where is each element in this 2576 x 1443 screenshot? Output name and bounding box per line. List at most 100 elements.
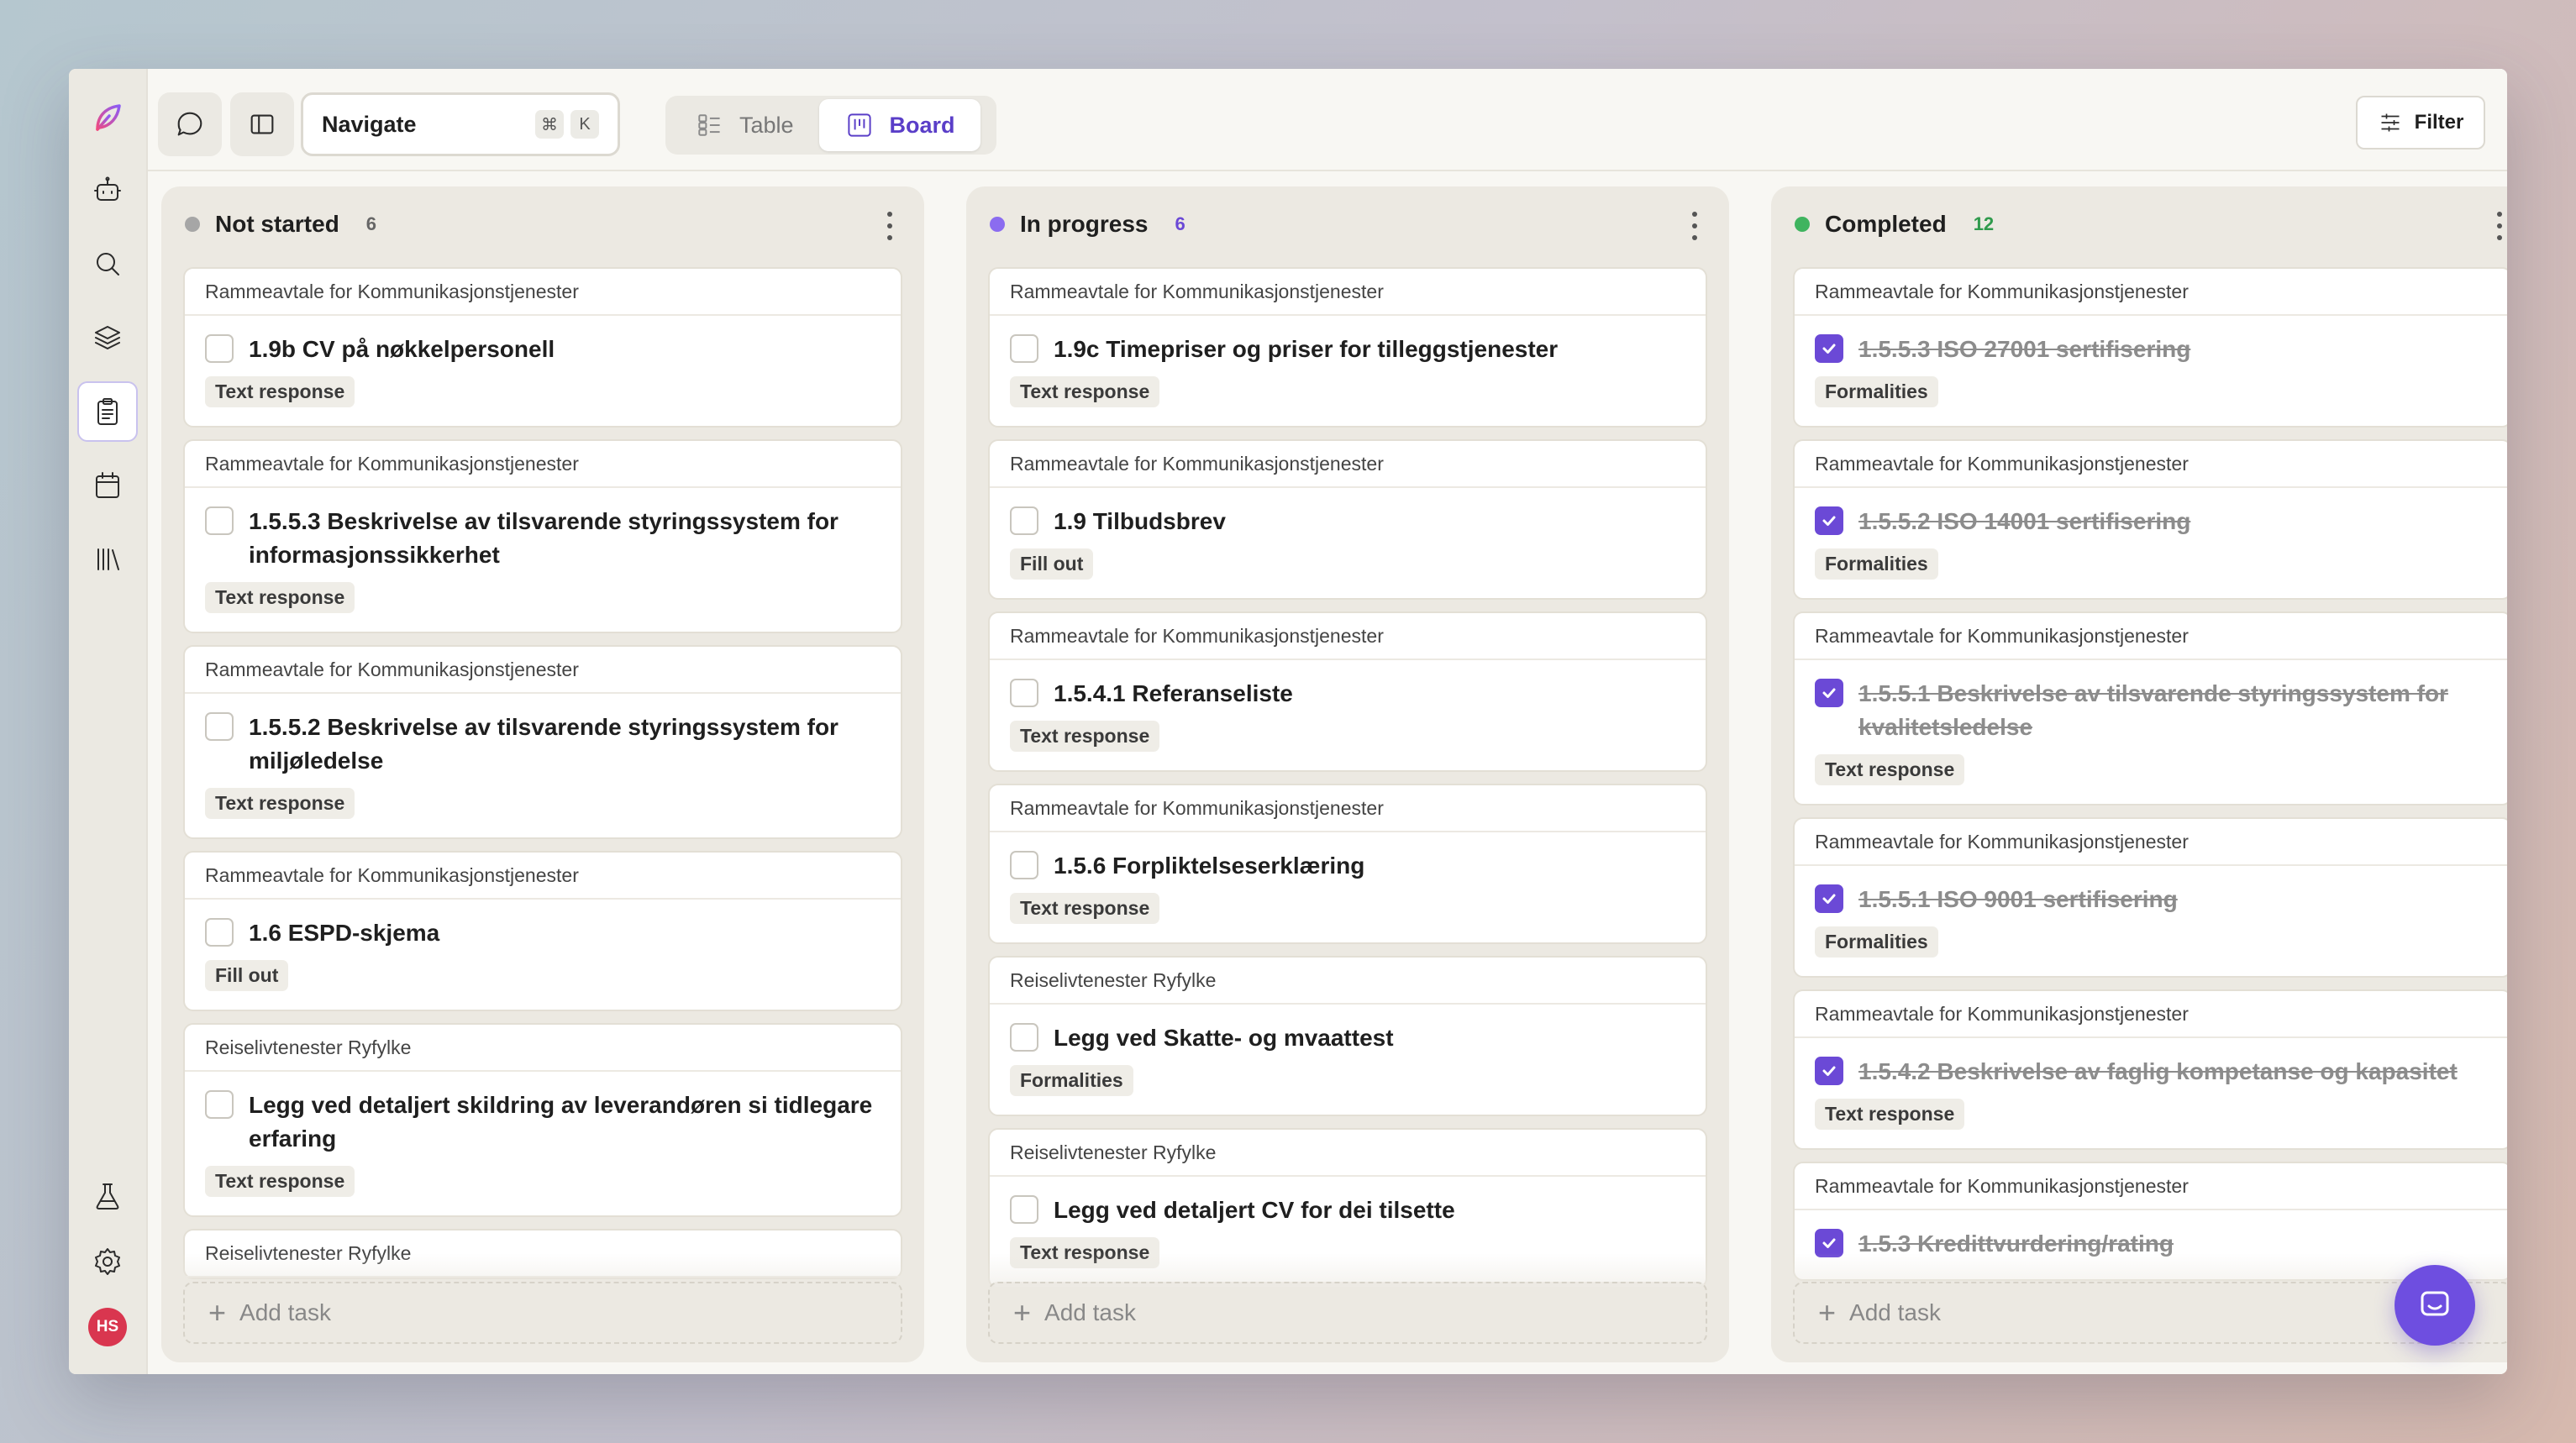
task-row: 1.5.4.2 Beskrivelse av faglig kompetanse… [1815,1055,2490,1089]
plus-icon: + [1013,1295,1032,1330]
task-row: 1.5.5.3 ISO 27001 sertifisering [1815,333,2490,366]
app-logo-icon[interactable] [77,87,138,148]
filter-button[interactable]: Filter [2356,96,2485,150]
task-checkbox[interactable] [1010,1023,1038,1052]
task-row: 1.5.4.1 Referanseliste [1010,677,1685,711]
task-card[interactable]: Rammeavtale for Kommunikasjonstjenester 1… [1793,817,2507,978]
column-menu-icon[interactable] [2495,212,2504,240]
task-card[interactable]: Rammeavtale for Kommunikasjonstjenester 1… [1793,439,2507,600]
checkmark-icon [1822,688,1836,698]
gear-icon[interactable] [77,1231,138,1292]
task-title[interactable]: Legg ved detaljert skildring av leverand… [249,1089,881,1156]
sidebar: HS [69,69,146,1374]
navigate-label: Navigate [322,111,417,137]
task-title[interactable]: 1.5.5.2 Beskrivelse av tilsvarende styri… [249,711,881,778]
task-card[interactable]: Rammeavtale for Kommunikasjonstjenester 1… [1793,267,2507,428]
column-title: Not started [215,211,339,237]
card-body: 1.9b CV på nøkkelpersonell Text response [185,316,901,426]
add-task-label: Add task [1849,1299,1941,1325]
card-body: 1.5.5.1 Beskrivelse av tilsvarende styri… [1795,660,2507,804]
task-row: 1.5.5.2 ISO 14001 sertifisering [1815,505,2490,538]
task-card[interactable]: Rammeavtale for Kommunikasjonstjenester 1… [183,439,902,633]
search-icon[interactable] [77,234,138,294]
toggle-sidebar-button[interactable] [230,92,294,156]
task-checkbox[interactable] [1010,679,1038,707]
task-card[interactable]: Rammeavtale for Kommunikasjonstjenester 1… [988,784,1707,944]
user-avatar-button[interactable]: HS [77,1297,138,1357]
task-type-tag: Text response [1010,893,1160,924]
flask-icon[interactable] [77,1166,138,1226]
task-checkbox[interactable] [1010,334,1038,363]
task-card[interactable]: Reiselivtenester Ryfylke Legg ved Skatte-… [988,956,1707,1116]
column-menu-icon[interactable] [886,212,894,240]
clipboard-icon[interactable] [77,381,138,442]
task-row: 1.5.5.1 Beskrivelse av tilsvarende styri… [1815,677,2490,744]
task-type-tag: Fill out [1010,548,1094,580]
task-title[interactable]: 1.6 ESPD-skjema [249,916,439,950]
tab-board[interactable]: Board [818,99,980,151]
task-checkbox[interactable] [1815,884,1843,913]
library-icon[interactable] [77,529,138,590]
task-row: Legg ved detaljert skildring av leverand… [205,1089,881,1156]
task-title[interactable]: 1.5.4.2 Beskrivelse av faglig kompetanse… [1858,1055,2458,1089]
task-type-tag: Text response [205,582,355,613]
task-title[interactable]: 1.9b CV på nøkkelpersonell [249,333,555,366]
task-checkbox[interactable] [1815,506,1843,535]
task-checkbox[interactable] [1010,1195,1038,1224]
card-project-name: Rammeavtale for Kommunikasjonstjenester [1795,269,2507,316]
task-title[interactable]: 1.5.5.3 Beskrivelse av tilsvarende styri… [249,505,881,572]
task-card[interactable]: Reiselivtenester Ryfylke Legg ved detalje… [183,1023,902,1217]
add-task-button[interactable]: + Add task [183,1282,902,1344]
navigate-button[interactable]: Navigate ⌘ K [301,92,620,156]
add-task-button[interactable]: + Add task [988,1282,1707,1344]
layers-icon[interactable] [77,307,138,368]
avatar: HS [88,1308,127,1346]
task-checkbox[interactable] [205,712,234,741]
task-card[interactable]: Rammeavtale for Kommunikasjonstjenester 1… [183,645,902,839]
robot-icon[interactable] [77,160,138,220]
task-title[interactable]: 1.5.5.1 Beskrivelse av tilsvarende styri… [1858,677,2490,744]
task-type-tag: Formalities [1815,376,1938,407]
task-card[interactable]: Rammeavtale for Kommunikasjonstjenester 1… [988,439,1707,600]
task-title[interactable]: Legg ved detaljert CV for dei tilsette [1054,1194,1455,1227]
task-title[interactable]: 1.5.5.3 ISO 27001 sertifisering [1858,333,2190,366]
task-card[interactable]: Rammeavtale for Kommunikasjonstjenester 1… [1793,989,2507,1150]
task-checkbox[interactable] [1010,506,1038,535]
chat-button[interactable] [158,92,222,156]
task-card[interactable]: Rammeavtale for Kommunikasjonstjenester 1… [1793,611,2507,805]
task-title[interactable]: 1.5.5.1 ISO 9001 sertifisering [1858,883,2178,916]
task-row: Legg ved detaljert CV for dei tilsette [1010,1194,1685,1227]
task-checkbox[interactable] [1010,851,1038,879]
task-checkbox[interactable] [205,1090,234,1119]
card-body: 1.5.6 Forpliktelseserklæring Text respons… [990,832,1706,942]
task-checkbox[interactable] [205,918,234,947]
task-card[interactable]: Rammeavtale for Kommunikasjonstjenester 1… [988,611,1707,772]
add-task-label: Add task [239,1299,331,1325]
task-card[interactable]: Rammeavtale for Kommunikasjonstjenester 1… [988,267,1707,428]
task-type-tag: Text response [205,788,355,819]
task-checkbox[interactable] [205,506,234,535]
tab-table[interactable]: Table [669,99,819,151]
task-row: Legg ved Skatte- og mvaattest [1010,1021,1685,1055]
task-checkbox[interactable] [1815,679,1843,707]
table-icon [698,114,720,136]
task-title[interactable]: Legg ved Skatte- og mvaattest [1054,1021,1394,1055]
checkmark-icon [1822,516,1836,526]
task-title[interactable]: 1.5.6 Forpliktelseserklæring [1054,849,1364,883]
column-menu-icon[interactable] [1690,212,1699,240]
card-project-name: Rammeavtale for Kommunikasjonstjenester [1795,991,2507,1038]
column-count-badge: 12 [1973,213,1995,234]
support-chat-button[interactable] [2395,1265,2475,1346]
task-title[interactable]: 1.5.4.1 Referanseliste [1054,677,1293,711]
task-title[interactable]: 1.9 Tilbudsbrev [1054,505,1226,538]
calendar-icon[interactable] [77,455,138,516]
task-checkbox[interactable] [205,334,234,363]
task-card[interactable]: Rammeavtale for Kommunikasjonstjenester 1… [183,851,902,1011]
task-card[interactable]: Rammeavtale for Kommunikasjonstjenester 1… [183,267,902,428]
task-checkbox[interactable] [1815,334,1843,363]
task-checkbox[interactable] [1815,1057,1843,1085]
task-title[interactable]: 1.5.5.2 ISO 14001 sertifisering [1858,505,2190,538]
shortcut-key-cmd: ⌘ [535,110,564,139]
card-project-name: Rammeavtale for Kommunikasjonstjenester [990,613,1706,660]
task-title[interactable]: 1.9c Timepriser og priser for tilleggstj… [1054,333,1558,366]
